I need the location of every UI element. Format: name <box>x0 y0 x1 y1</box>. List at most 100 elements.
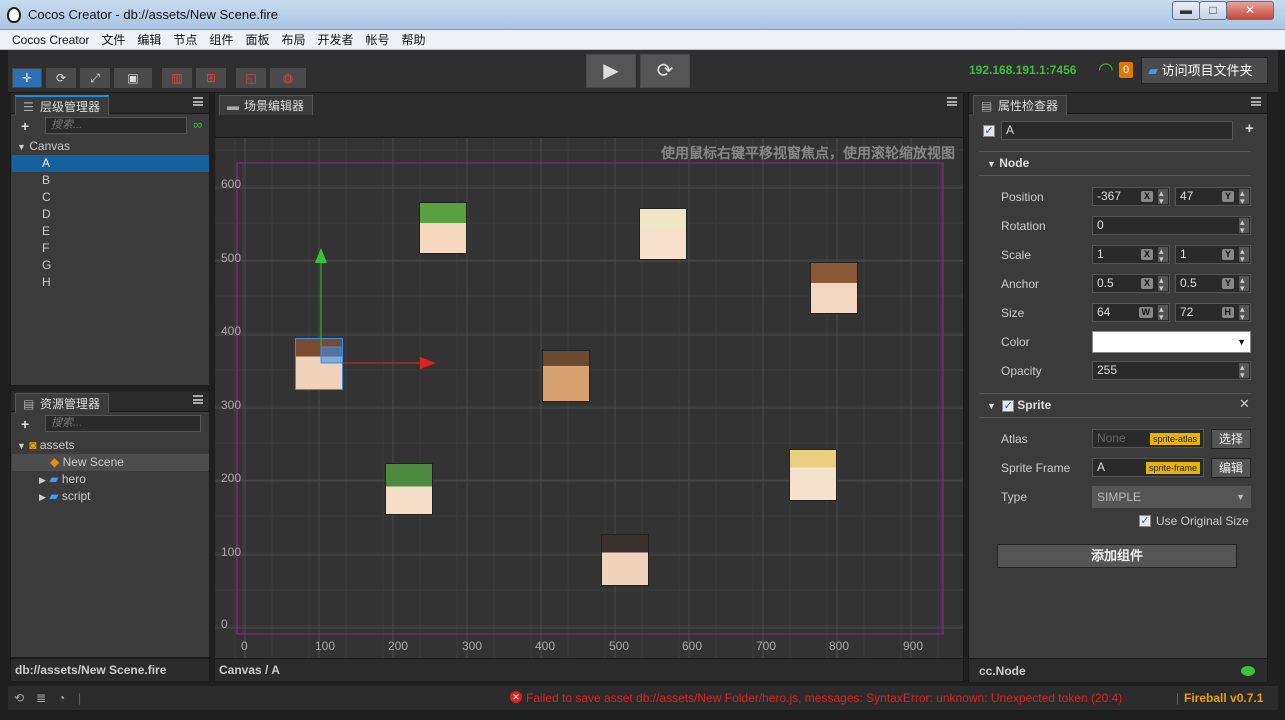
asset-item[interactable]: ▶ ▰ hero <box>12 471 209 488</box>
sprite-section-header[interactable]: ▼ ✓ Sprite <box>987 395 1051 415</box>
hierarchy-search-input[interactable]: 搜索... <box>45 117 187 134</box>
anchor-x-input[interactable]: 0.5 X <box>1092 272 1170 297</box>
tree-item[interactable]: H <box>12 274 209 291</box>
add-asset-icon[interactable]: + <box>21 416 29 432</box>
rotate-tool-icon[interactable]: ⟳ <box>46 68 76 88</box>
rect-tool-icon[interactable]: ▣ <box>114 68 152 88</box>
position-y-input[interactable]: 47 Y <box>1175 185 1251 210</box>
atlas-input[interactable]: None sprite-atlas <box>1092 429 1204 448</box>
node-section-header[interactable]: ▼ Node <box>987 153 1029 173</box>
scale-x-input[interactable]: 1X <box>1092 243 1170 268</box>
minimize-button[interactable]: ▬ <box>1172 1 1200 20</box>
preview-ip[interactable]: 192.168.191.1:7456 <box>969 63 1076 77</box>
maximize-button[interactable]: □ <box>1199 1 1227 20</box>
local-global-icon[interactable]: ⊞ <box>196 68 226 88</box>
size-h-input[interactable]: 72 H <box>1175 301 1251 326</box>
spinner-icon[interactable] <box>1158 301 1168 326</box>
add-component-button[interactable]: 添加组件 <box>997 544 1237 568</box>
sprite-node-c[interactable] <box>639 208 687 260</box>
opacity-input[interactable]: 255 <box>1092 359 1251 384</box>
menu-edit[interactable]: 编辑 <box>131 30 167 50</box>
spinner-icon[interactable] <box>1239 214 1249 239</box>
menu-developer[interactable]: 开发者 <box>311 30 359 50</box>
asset-item[interactable]: ◆ New Scene <box>12 454 209 471</box>
color-picker[interactable]: ▼ <box>1092 331 1251 353</box>
refresh-icon[interactable]: ⟲ <box>14 691 24 705</box>
menu-account[interactable]: 帐号 <box>359 30 395 50</box>
move-tool-icon[interactable]: ✛ <box>12 68 42 88</box>
spinner-icon[interactable] <box>1239 272 1249 297</box>
tree-item[interactable]: E <box>12 223 209 240</box>
tree-item[interactable]: G <box>12 257 209 274</box>
scale-y-input[interactable]: 1Y <box>1175 243 1251 268</box>
size-w-input[interactable]: 64 W <box>1092 301 1170 326</box>
menu-panel[interactable]: 面板 <box>239 30 275 50</box>
hierarchy-menu-icon[interactable] <box>193 97 203 106</box>
gizmo-toggle-icon[interactable]: ◍ <box>270 68 306 88</box>
sprite-frame-input[interactable]: Asprite-frame <box>1092 458 1204 477</box>
assets-menu-icon[interactable] <box>193 395 203 404</box>
spinner-icon[interactable] <box>1239 301 1249 326</box>
play-button[interactable]: ▶ <box>586 54 636 88</box>
menu-node[interactable]: 节点 <box>167 30 203 50</box>
spinner-icon[interactable] <box>1239 359 1249 384</box>
sprite-node-f[interactable] <box>385 463 433 515</box>
hierarchy-tab[interactable]: ☰ 层级管理器 <box>15 95 110 115</box>
link-icon[interactable]: ∞ <box>193 117 202 132</box>
visibility-icon[interactable]: ◔ <box>58 691 65 705</box>
assets-tab[interactable]: ▤ 资源管理器 <box>15 393 110 413</box>
position-x-input[interactable]: -367 X <box>1092 185 1170 210</box>
scale-tool-icon[interactable]: ⤢ <box>80 68 110 88</box>
type-select[interactable]: SIMPLE ▼ <box>1092 486 1251 508</box>
inspector-tab[interactable]: ▤ 属性检查器 <box>973 95 1068 115</box>
add-node-icon[interactable]: + <box>21 118 29 134</box>
scene-menu-icon[interactable] <box>947 97 957 106</box>
spinner-icon[interactable] <box>1158 272 1168 297</box>
opacity-label: Opacity <box>1001 364 1042 378</box>
spinner-icon[interactable] <box>1158 243 1168 268</box>
node-name-input[interactable]: A <box>1001 121 1233 140</box>
tree-item[interactable]: C <box>12 189 209 206</box>
assets-search-input[interactable]: 搜索... <box>45 415 201 432</box>
error-message[interactable]: Failed to save asset db://assets/New Fol… <box>526 691 1122 705</box>
menu-help[interactable]: 帮助 <box>396 30 432 50</box>
sprite-enabled-checkbox[interactable]: ✓ <box>1002 399 1015 412</box>
menu-cocos-creator[interactable]: Cocos Creator <box>0 30 95 50</box>
add-icon[interactable]: + <box>1245 120 1254 137</box>
spinner-icon[interactable] <box>1239 185 1249 210</box>
menu-layout[interactable]: 布局 <box>275 30 311 50</box>
anchor-y-input[interactable]: 0.5 Y <box>1175 272 1251 297</box>
remove-component-icon[interactable]: ✕ <box>1239 396 1250 412</box>
database-icon[interactable]: ≣ <box>36 691 46 705</box>
snap-toggle-icon[interactable]: ◱ <box>236 68 266 88</box>
inspector-menu-icon[interactable] <box>1251 97 1261 106</box>
menu-component[interactable]: 组件 <box>203 30 239 50</box>
sprite-node-d[interactable] <box>810 262 858 314</box>
atlas-select-button[interactable]: 选择 <box>1211 429 1251 449</box>
tree-item[interactable]: A <box>12 155 209 172</box>
sprite-node-g[interactable] <box>789 449 837 501</box>
sprite-node-h[interactable] <box>601 534 649 586</box>
menu-file[interactable]: 文件 <box>95 30 131 50</box>
open-project-folder-button[interactable]: ▰ 访问项目文件夹 <box>1141 57 1268 84</box>
sprite-frame-edit-button[interactable]: 编辑 <box>1211 458 1251 478</box>
rotation-label: Rotation <box>1001 219 1046 233</box>
rotation-input[interactable]: 0 <box>1092 214 1251 239</box>
assets-root[interactable]: ▼ ◙ assets <box>17 437 207 454</box>
asset-item[interactable]: ▶ ▰ script <box>12 488 209 505</box>
node-active-checkbox[interactable]: ✓ <box>983 125 995 137</box>
tree-item[interactable]: B <box>12 172 209 189</box>
tree-root-canvas[interactable]: ▼ Canvas <box>17 138 207 155</box>
move-gizmo[interactable] <box>310 243 440 373</box>
close-button[interactable]: ✕ <box>1226 1 1274 20</box>
spinner-icon[interactable] <box>1239 243 1249 268</box>
tree-item[interactable]: F <box>12 240 209 257</box>
refresh-button[interactable]: ⟳ <box>640 54 690 88</box>
use-original-size-checkbox[interactable]: ✓ <box>1139 515 1151 527</box>
pivot-toggle-icon[interactable]: ▥ <box>162 68 192 88</box>
spinner-icon[interactable] <box>1158 185 1168 210</box>
scene-tab[interactable]: ▬ 场景编辑器 <box>219 95 314 115</box>
visibility-eye-icon[interactable] <box>1241 666 1255 676</box>
sprite-node-e[interactable] <box>542 350 590 402</box>
tree-item[interactable]: D <box>12 206 209 223</box>
